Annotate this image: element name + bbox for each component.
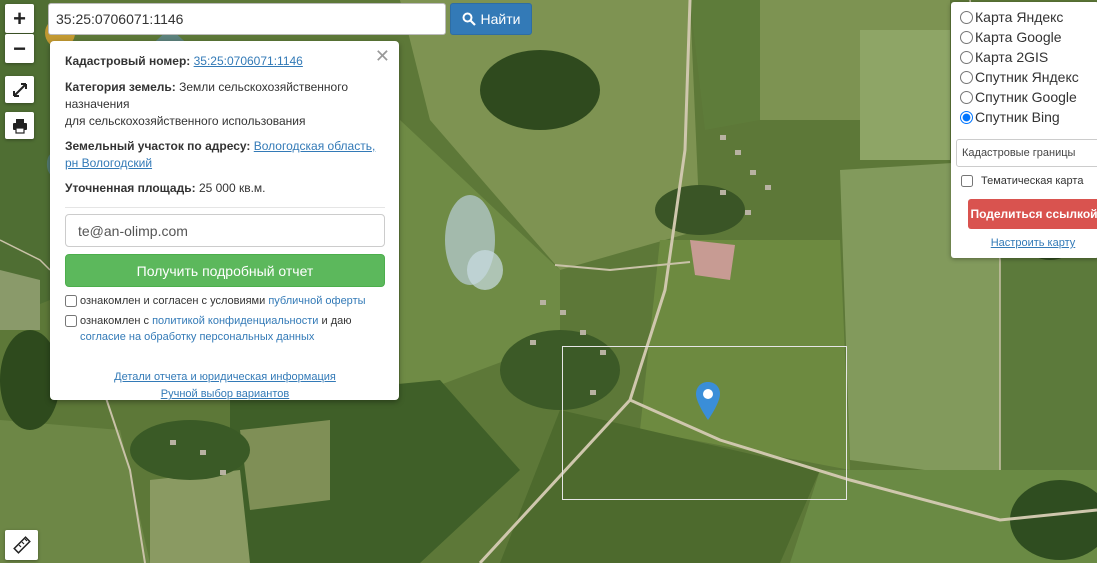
- find-button[interactable]: Найти: [450, 3, 532, 35]
- area-value: 25 000 кв.м.: [198, 181, 266, 195]
- find-button-label: Найти: [480, 11, 521, 27]
- basemap-radio[interactable]: [960, 90, 973, 104]
- basemap-option-label: Спутник Яндекс: [975, 69, 1079, 85]
- cadastral-search-input[interactable]: [48, 3, 446, 35]
- public-offer-link[interactable]: публичной оферты: [268, 295, 365, 307]
- cadastral-number-row: Кадастровый номер: 35:25:0706071:1146: [65, 53, 385, 70]
- share-link-button[interactable]: Поделиться ссылкой: [968, 199, 1097, 229]
- offer-agreement-row: ознакомлен и согласен с условиями публич…: [65, 293, 385, 309]
- basemap-option-label: Карта Яндекс: [975, 9, 1064, 25]
- basemap-option[interactable]: Карта Яндекс: [960, 7, 1097, 27]
- basemap-radio[interactable]: [960, 10, 973, 24]
- basemap-radio[interactable]: [960, 110, 973, 124]
- search-icon: [462, 12, 476, 26]
- basemap-radio[interactable]: [960, 30, 973, 44]
- basemap-radio[interactable]: [960, 50, 973, 64]
- zoom-out-button[interactable]: −: [5, 34, 34, 63]
- thematic-map-checkbox[interactable]: [961, 175, 973, 187]
- manual-selection-link[interactable]: Ручной выбор вариантов: [161, 388, 289, 400]
- privacy-policy-link[interactable]: политикой конфиденциальности: [152, 315, 318, 327]
- print-button[interactable]: [5, 112, 34, 139]
- email-field[interactable]: [65, 214, 385, 247]
- basemap-option-label: Спутник Google: [975, 89, 1077, 105]
- expand-icon: [12, 82, 27, 97]
- basemap-radio[interactable]: [960, 70, 973, 84]
- cadastral-number-link[interactable]: 35:25:0706071:1146: [194, 54, 303, 68]
- configure-map-link[interactable]: Настроить карту: [968, 237, 1097, 249]
- location-marker-icon[interactable]: [696, 382, 720, 420]
- parcel-info-popup: ✕ Кадастровый номер: 35:25:0706071:1146 …: [50, 41, 399, 400]
- report-details-link[interactable]: Детали отчета и юридическая информация: [114, 371, 336, 383]
- thematic-map-row[interactable]: Тематическая карта: [960, 173, 1097, 189]
- basemap-option-label: Карта Google: [975, 29, 1062, 45]
- basemap-option[interactable]: Карта Google: [960, 27, 1097, 47]
- offer-agreement-text: ознакомлен и согласен с условиями публич…: [80, 295, 366, 307]
- close-icon[interactable]: ✕: [375, 47, 390, 65]
- zoom-in-button[interactable]: +: [5, 4, 34, 33]
- personal-data-consent-link[interactable]: согласие на обработку персональных данны…: [80, 331, 314, 343]
- offer-agreement-checkbox[interactable]: [65, 295, 77, 307]
- cadastral-layer-select[interactable]: Кадастровые границы: [956, 139, 1097, 167]
- basemap-option[interactable]: Спутник Google: [960, 87, 1097, 107]
- area-label: Уточненная площадь:: [65, 181, 196, 195]
- cadastral-number-label: Кадастровый номер:: [65, 54, 191, 68]
- bottom-links: Детали отчета и юридическая информация Р…: [65, 369, 385, 403]
- basemap-option[interactable]: Спутник Яндекс: [960, 67, 1097, 87]
- land-category-label: Категория земель:: [65, 80, 176, 94]
- area-row: Уточненная площадь: 25 000 кв.м.: [65, 180, 385, 197]
- address-label: Земельный участок по адресу:: [65, 139, 251, 153]
- basemap-radio-list: Карта Яндекс Карта Google Карта 2GIS Спутни…: [960, 7, 1097, 127]
- basemap-option-label: Карта 2GIS: [975, 49, 1049, 65]
- get-report-button[interactable]: Получить подробный отчет: [65, 254, 385, 287]
- privacy-agreement-checkbox[interactable]: [65, 315, 77, 327]
- printer-icon: [12, 118, 27, 134]
- thematic-map-label: Тематическая карта: [981, 175, 1084, 187]
- basemap-option-label: Спутник Bing: [975, 109, 1060, 125]
- ruler-icon: [12, 536, 31, 554]
- land-category-row: Категория земель: Земли сельскохозяйстве…: [65, 79, 385, 130]
- map-layers-panel: Карта Яндекс Карта Google Карта 2GIS Спутни…: [951, 2, 1097, 258]
- basemap-option[interactable]: Карта 2GIS: [960, 47, 1097, 67]
- land-use-value: для сельскохозяйственного использования: [65, 114, 306, 128]
- fullscreen-button[interactable]: [5, 76, 34, 103]
- privacy-agreement-text: ознакомлен с политикой конфиденциальност…: [80, 315, 352, 343]
- basemap-option[interactable]: Спутник Bing: [960, 107, 1097, 127]
- ruler-button[interactable]: [5, 530, 38, 560]
- address-row: Земельный участок по адресу: Вологодская…: [65, 138, 385, 172]
- divider: [65, 207, 385, 208]
- privacy-agreement-row: ознакомлен с политикой конфиденциальност…: [65, 313, 385, 345]
